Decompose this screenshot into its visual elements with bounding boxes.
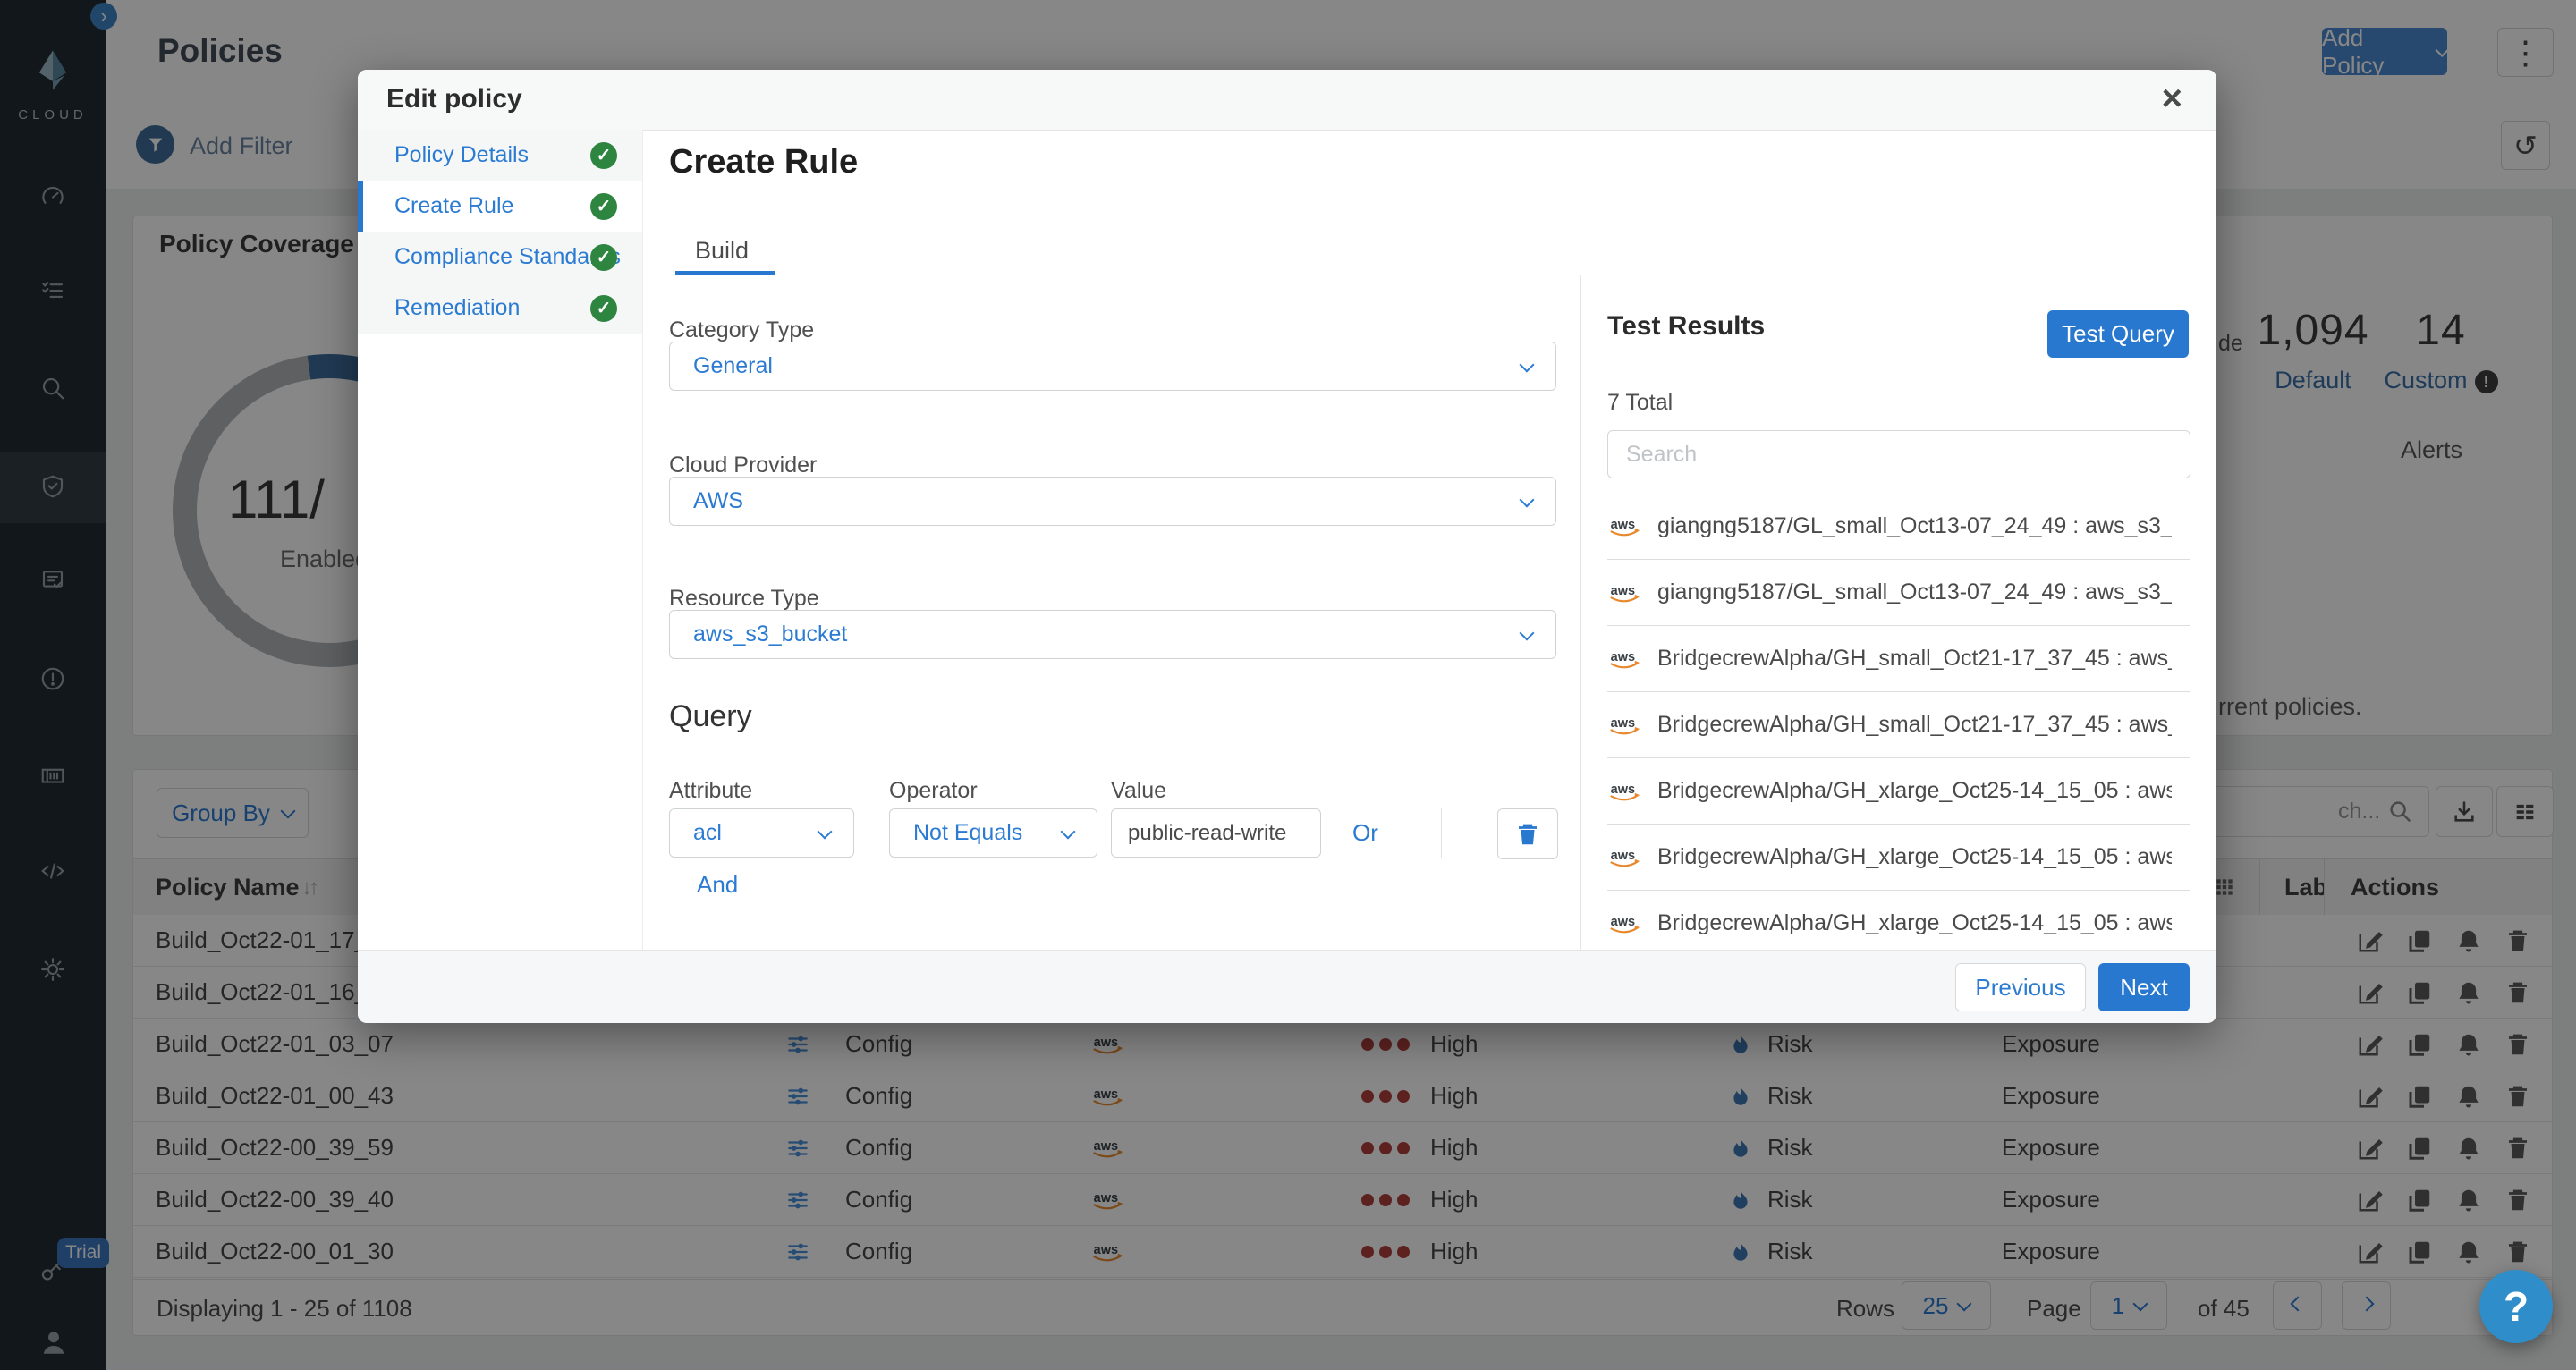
edit-policy-modal: Edit policy × Policy Details ✓ Create Ru… [358, 70, 2216, 1022]
test-results-total: 7 Total [1607, 390, 1673, 416]
check-icon: ✓ [590, 142, 617, 169]
category-type-select[interactable]: General [669, 342, 1556, 391]
check-icon: ✓ [590, 295, 617, 322]
aws-icon: aws [1607, 514, 1643, 539]
aws-icon: aws [1607, 713, 1643, 738]
result-text: giangng5187/GL_small_Oct13-07_24_49 : aw… [1657, 513, 2172, 539]
aws-icon: aws [1607, 911, 1643, 936]
result-text: BridgecrewAlpha/GH_xlarge_Oct25-14_15_05… [1657, 910, 2172, 936]
result-text: BridgecrewAlpha/GH_small_Oct21-17_37_45 … [1657, 646, 2172, 672]
svg-text:aws: aws [1611, 517, 1635, 531]
attribute-select[interactable]: acl [669, 808, 854, 858]
aws-icon: aws [1607, 647, 1643, 672]
category-type-label: Category Type [669, 317, 814, 343]
aws-icon: aws [1607, 580, 1643, 605]
operator-label: Operator [889, 778, 978, 804]
operator-select[interactable]: Not Equals [889, 808, 1097, 858]
test-result-item[interactable]: aws BridgecrewAlpha/GH_small_Oct21-17_37… [1607, 626, 2190, 692]
query-heading: Query [669, 699, 752, 734]
step-label: Compliance Standards [394, 244, 621, 270]
cloud-provider-label: Cloud Provider [669, 452, 817, 478]
trash-icon [1514, 821, 1541, 848]
step-item[interactable]: Compliance Standards ✓ [358, 232, 642, 283]
test-result-item[interactable]: aws BridgecrewAlpha/GH_xlarge_Oct25-14_1… [1607, 758, 2190, 825]
result-text: giangng5187/GL_small_Oct13-07_24_49 : aw… [1657, 579, 2172, 605]
step-label: Create Rule [394, 193, 513, 219]
or-link[interactable]: Or [1352, 819, 1378, 847]
svg-text:aws: aws [1611, 782, 1635, 796]
check-icon: ✓ [590, 193, 617, 220]
divider [1441, 808, 1442, 858]
test-results-search-input[interactable] [1607, 430, 2190, 478]
chevron-down-icon [818, 824, 833, 839]
test-results-list: aws giangng5187/GL_small_Oct13-07_24_49 … [1607, 494, 2190, 956]
test-results-heading: Test Results [1607, 311, 1765, 342]
step-list: Policy Details ✓ Create Rule ✓ Complianc… [358, 130, 643, 950]
result-text: BridgecrewAlpha/GH_xlarge_Oct25-14_15_05… [1657, 778, 2172, 804]
chevron-down-icon [1520, 492, 1535, 507]
chevron-down-icon [1061, 824, 1076, 839]
step-item[interactable]: Create Rule ✓ [358, 181, 642, 232]
modal-header: Edit policy × [358, 70, 2216, 131]
svg-text:aws: aws [1611, 914, 1635, 928]
chevron-down-icon [1520, 357, 1535, 372]
next-button[interactable]: Next [2098, 963, 2190, 1011]
aws-icon: aws [1607, 779, 1643, 804]
step-label: Remediation [394, 295, 520, 321]
modal-title: Edit policy [386, 84, 522, 114]
close-icon[interactable]: × [2162, 79, 2182, 119]
aws-icon: aws [1607, 845, 1643, 870]
result-text: BridgecrewAlpha/GH_xlarge_Oct25-14_15_05… [1657, 844, 2172, 870]
result-text: BridgecrewAlpha/GH_small_Oct21-17_37_45 … [1657, 712, 2172, 738]
help-button[interactable]: ? [2479, 1270, 2553, 1343]
check-icon: ✓ [590, 244, 617, 271]
svg-text:aws: aws [1611, 583, 1635, 597]
section-heading: Create Rule [669, 143, 858, 182]
modal-footer: Previous Next [358, 950, 2216, 1023]
value-input[interactable] [1111, 808, 1321, 858]
cloud-provider-select[interactable]: AWS [669, 477, 1556, 526]
divider [1580, 275, 1581, 950]
step-label: Policy Details [394, 142, 529, 168]
test-result-item[interactable]: aws BridgecrewAlpha/GH_xlarge_Oct25-14_1… [1607, 825, 2190, 891]
delete-condition-button[interactable] [1497, 808, 1558, 859]
svg-text:aws: aws [1611, 649, 1635, 664]
test-result-item[interactable]: aws giangng5187/GL_small_Oct13-07_24_49 … [1607, 494, 2190, 560]
test-query-button[interactable]: Test Query [2047, 310, 2189, 358]
and-link[interactable]: And [697, 871, 738, 899]
test-result-item[interactable]: aws BridgecrewAlpha/GH_xlarge_Oct25-14_1… [1607, 891, 2190, 956]
screen: Policies Add Policy ⋮ Add Filter ↺ Polic… [0, 0, 2576, 1370]
attribute-label: Attribute [669, 778, 752, 804]
chevron-down-icon [1520, 625, 1535, 640]
step-item[interactable]: Remediation ✓ [358, 283, 642, 334]
test-result-item[interactable]: aws giangng5187/GL_small_Oct13-07_24_49 … [1607, 560, 2190, 626]
step-item[interactable]: Policy Details ✓ [358, 130, 642, 181]
tab-build[interactable]: Build [695, 237, 749, 265]
resource-type-label: Resource Type [669, 586, 819, 612]
resource-type-select[interactable]: aws_s3_bucket [669, 610, 1556, 659]
value-label: Value [1111, 778, 1166, 804]
test-result-item[interactable]: aws BridgecrewAlpha/GH_small_Oct21-17_37… [1607, 692, 2190, 758]
svg-text:aws: aws [1611, 848, 1635, 862]
svg-text:aws: aws [1611, 715, 1635, 730]
previous-button[interactable]: Previous [1955, 963, 2086, 1011]
